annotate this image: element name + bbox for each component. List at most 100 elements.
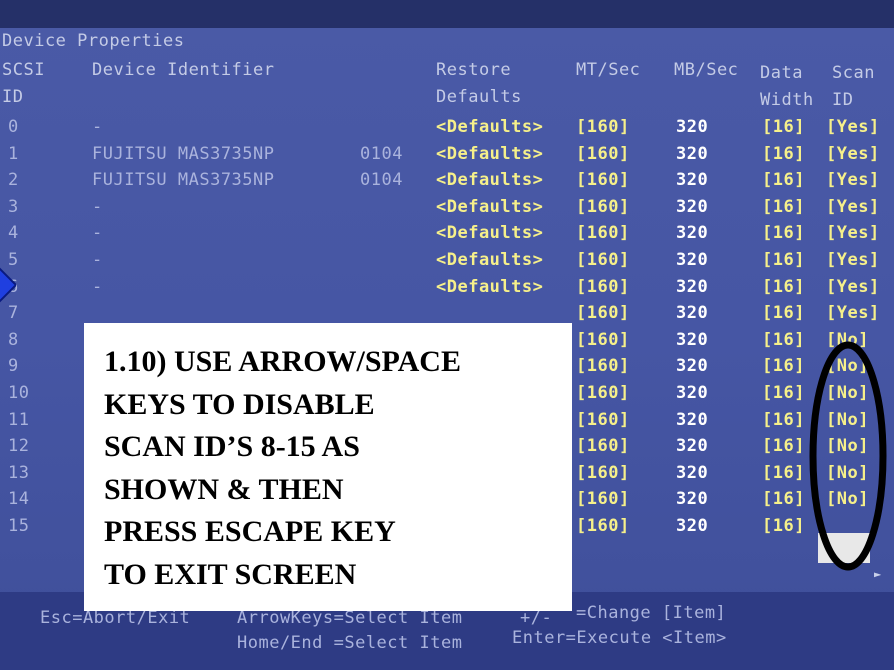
row-mt-sec[interactable]: [160] — [576, 170, 630, 190]
instruction-line-4: SHOWN & THEN — [104, 472, 344, 506]
row-mt-sec[interactable]: [160] — [576, 144, 630, 164]
row-scan-id[interactable]: [Yes] — [826, 277, 880, 297]
row-mb-sec: 320 — [676, 143, 709, 164]
row-scsi-id: 0 — [8, 117, 19, 137]
row-scsi-id: 9 — [8, 356, 19, 377]
row-mt-sec[interactable]: [160] — [576, 463, 630, 483]
instruction-line-6: TO EXIT SCREEN — [104, 557, 357, 591]
row-mb-sec: 320 — [676, 117, 709, 137]
footer-arrowkeys: ArrowKeys=Select Item — [237, 608, 463, 628]
row-mb-sec: 320 — [676, 409, 709, 430]
row-data-width[interactable]: [16] — [762, 489, 805, 509]
row-scsi-id: 12 — [8, 436, 30, 457]
row-data-width[interactable]: [16] — [762, 223, 805, 243]
col-header-restore: Restore — [436, 60, 512, 80]
row-device-identifier: - — [92, 117, 103, 137]
row-mb-sec: 320 — [676, 489, 709, 510]
row-scan-id[interactable]: [Yes] — [826, 197, 880, 217]
row-data-width[interactable]: [16] — [762, 303, 805, 323]
row-revision: 0104 — [360, 170, 403, 191]
col-header-device-identifier: Device Identifier — [92, 60, 275, 80]
col-header-scsi: SCSI — [2, 60, 45, 80]
row-scsi-id: 11 — [8, 409, 30, 430]
row-scsi-id: 3 — [8, 196, 19, 217]
row-data-width[interactable]: [16] — [762, 197, 805, 217]
row-data-width[interactable]: [16] — [762, 144, 805, 164]
row-restore-defaults[interactable]: <Defaults> — [436, 223, 543, 243]
row-scsi-id: 1 — [8, 143, 19, 164]
col-header-width: Width — [760, 90, 814, 110]
row-restore-defaults[interactable]: <Defaults> — [436, 197, 543, 217]
instruction-line-3: SCAN ID’S 8-15 AS — [104, 430, 360, 463]
row-device-identifier: - — [92, 223, 103, 244]
row-mt-sec[interactable]: [160] — [576, 250, 630, 270]
row-data-width[interactable]: [16] — [762, 170, 805, 190]
row-restore-defaults[interactable]: <Defaults> — [436, 144, 543, 164]
row-mb-sec: 320 — [676, 223, 709, 244]
row-mt-sec[interactable]: [160] — [576, 277, 630, 297]
row-mb-sec: 320 — [676, 250, 709, 270]
instruction-line-5: PRESS ESCAPE KEY — [104, 515, 396, 548]
row-mt-sec[interactable]: [160] — [576, 516, 630, 536]
row-mb-sec: 320 — [676, 170, 709, 191]
row-mt-sec[interactable]: [160] — [576, 303, 630, 323]
row-data-width[interactable]: [16] — [762, 410, 805, 430]
row-scsi-id: 2 — [8, 170, 19, 191]
row-mb-sec: 320 — [676, 356, 709, 377]
footer-enter: Enter=Execute <Item> — [512, 628, 727, 648]
row-data-width[interactable]: [16] — [762, 250, 805, 270]
row-mt-sec[interactable]: [160] — [576, 330, 630, 350]
instruction-line-1: 1.10) USE ARROW/SPACE — [104, 345, 461, 378]
row-data-width[interactable]: [16] — [762, 117, 805, 137]
row-device-identifier: - — [92, 276, 103, 297]
col-header-mb-sec: MB/Sec — [674, 60, 739, 80]
row-mt-sec[interactable]: [160] — [576, 197, 630, 217]
row-mb-sec: 320 — [676, 383, 709, 403]
row-scan-id[interactable]: [Yes] — [826, 303, 880, 323]
top-bar — [0, 0, 894, 28]
row-restore-defaults[interactable]: <Defaults> — [436, 170, 543, 190]
row-mt-sec[interactable]: [160] — [576, 356, 630, 376]
row-data-width[interactable]: [16] — [762, 436, 805, 456]
footer-change: =Change [Item] — [576, 603, 727, 623]
row-data-width[interactable]: [16] — [762, 516, 805, 536]
col-header-defaults: Defaults — [436, 87, 522, 107]
row-data-width[interactable]: [16] — [762, 356, 805, 376]
row-mb-sec: 320 — [676, 436, 709, 457]
row-mt-sec[interactable]: [160] — [576, 383, 630, 403]
row-data-width[interactable]: [16] — [762, 277, 805, 297]
row-scan-id[interactable]: [Yes] — [826, 170, 880, 190]
row-mt-sec[interactable]: [160] — [576, 489, 630, 509]
row-mb-sec: 320 — [676, 196, 709, 217]
col-header-scan: Scan — [832, 63, 875, 83]
instruction-callout: 1.10) USE ARROW/SPACE KEYS TO DISABLE SC… — [84, 323, 572, 611]
row-scan-id[interactable]: [Yes] — [826, 250, 880, 270]
row-mt-sec[interactable]: [160] — [576, 223, 630, 243]
row-scan-id[interactable]: [Yes] — [826, 144, 880, 164]
row-data-width[interactable]: [16] — [762, 330, 805, 350]
row-data-width[interactable]: [16] — [762, 383, 805, 403]
row-mt-sec[interactable]: [160] — [576, 117, 630, 137]
row-scsi-id: 15 — [8, 516, 30, 536]
row-mt-sec[interactable]: [160] — [576, 410, 630, 430]
row-scan-id[interactable]: [Yes] — [826, 117, 880, 137]
col-header-scan-id: ID — [832, 90, 854, 110]
col-header-mt-sec: MT/Sec — [576, 60, 641, 80]
row-mt-sec[interactable]: [160] — [576, 436, 630, 456]
row-scan-id[interactable]: [Yes] — [826, 223, 880, 243]
row-scsi-id: 13 — [8, 462, 30, 483]
row-revision: 0104 — [360, 143, 403, 164]
row-restore-defaults[interactable]: <Defaults> — [436, 277, 543, 297]
instruction-line-2: KEYS TO DISABLE — [104, 387, 375, 421]
row-mb-sec: 320 — [676, 303, 709, 324]
row-restore-defaults[interactable]: <Defaults> — [436, 250, 543, 270]
row-device-identifier: - — [92, 196, 103, 217]
row-data-width[interactable]: [16] — [762, 463, 805, 483]
row-mb-sec: 320 — [676, 329, 709, 350]
footer-home-end: Home/End =Select Item — [237, 633, 463, 653]
row-restore-defaults[interactable]: <Defaults> — [436, 117, 543, 137]
col-header-id: ID — [2, 87, 24, 107]
row-device-identifier: FUJITSU MAS3735NP — [92, 170, 275, 191]
row-scsi-id: 4 — [8, 223, 19, 244]
row-scsi-id: 10 — [8, 383, 30, 403]
